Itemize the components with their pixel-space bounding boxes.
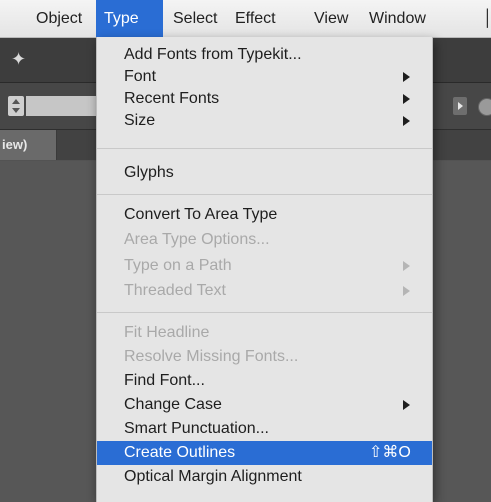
menu-item-label: Threaded Text	[124, 282, 226, 299]
menu-item-label: Font	[124, 68, 157, 85]
menu-item-smart-punctuation[interactable]: Smart Punctuation...	[97, 418, 432, 440]
keyboard-shortcut: ⇧⌘O	[369, 444, 411, 461]
menu-item-recent-fonts[interactable]: Recent Fonts	[97, 88, 432, 110]
panel-expand-button[interactable]	[453, 97, 467, 115]
type-menu: Add Fonts from Typekit... Font Recent Fo…	[96, 37, 433, 502]
menu-item-area-type-options: Area Type Options...	[97, 229, 432, 251]
menu-effect[interactable]: Effect	[235, 0, 276, 37]
menu-item-add-fonts-from-typekit[interactable]: Add Fonts from Typekit...	[97, 44, 432, 66]
menu-item-size[interactable]: Size	[97, 110, 432, 132]
menu-item-label: Size	[124, 112, 156, 129]
menu-item-find-font[interactable]: Find Font...	[97, 370, 432, 392]
value-stepper[interactable]	[8, 96, 24, 116]
menu-separator	[97, 148, 432, 149]
menu-item-threaded-text: Threaded Text	[97, 280, 432, 302]
globe-icon[interactable]	[478, 98, 491, 116]
menu-separator	[97, 194, 432, 195]
brush-icon[interactable]: ✦	[11, 49, 29, 69]
menu-item-optical-margin-alignment[interactable]: Optical Margin Alignment	[97, 466, 432, 488]
app-window: ✦ iew) Object Type Select Effect View Wi…	[0, 0, 491, 502]
menu-item-label: Convert To Area Type	[124, 206, 278, 223]
document-tab-label: iew)	[2, 137, 28, 152]
submenu-arrow-icon	[403, 400, 410, 410]
menu-item-label: Find Font...	[124, 372, 205, 389]
menu-item-fit-headline: Fit Headline	[97, 322, 432, 344]
menu-separator	[97, 312, 432, 313]
menu-item-label: Create Outlines	[124, 444, 236, 461]
menu-bar: Object Type Select Effect View Window │	[0, 0, 491, 38]
menu-item-label: Optical Margin Alignment	[124, 468, 302, 485]
menu-item-label: Glyphs	[124, 164, 174, 181]
submenu-arrow-icon	[403, 72, 410, 82]
submenu-arrow-icon	[403, 261, 410, 271]
value-field[interactable]	[26, 96, 96, 116]
submenu-arrow-icon	[403, 94, 410, 104]
menu-item-label: Area Type Options...	[124, 231, 270, 248]
menu-help-partial[interactable]: │	[483, 0, 491, 37]
menu-view[interactable]: View	[314, 0, 348, 37]
menu-item-glyphs[interactable]: Glyphs	[97, 162, 432, 184]
menu-item-create-outlines[interactable]: Create Outlines ⇧⌘O	[97, 441, 432, 465]
menu-select[interactable]: Select	[173, 0, 217, 37]
menu-item-label: Recent Fonts	[124, 90, 220, 107]
document-tab[interactable]: iew)	[0, 130, 57, 160]
menu-item-change-case[interactable]: Change Case	[97, 394, 432, 416]
menu-item-label: Resolve Missing Fonts...	[124, 348, 299, 365]
menu-item-label: Change Case	[124, 396, 222, 413]
menu-item-font[interactable]: Font	[97, 66, 432, 88]
menu-item-label: Type on a Path	[124, 257, 232, 274]
menu-item-type-on-a-path: Type on a Path	[97, 255, 432, 277]
menu-item-convert-to-area-type[interactable]: Convert To Area Type	[97, 204, 432, 226]
menu-item-label: Fit Headline	[124, 324, 210, 341]
menu-item-resolve-missing-fonts: Resolve Missing Fonts...	[97, 346, 432, 368]
menu-item-label: Smart Punctuation...	[124, 420, 269, 437]
submenu-arrow-icon	[403, 286, 410, 296]
menu-item-label: Add Fonts from Typekit...	[124, 46, 302, 63]
submenu-arrow-icon	[403, 116, 410, 126]
menu-object[interactable]: Object	[36, 0, 82, 37]
menu-type[interactable]: Type	[96, 0, 163, 37]
menu-window[interactable]: Window	[369, 0, 426, 37]
